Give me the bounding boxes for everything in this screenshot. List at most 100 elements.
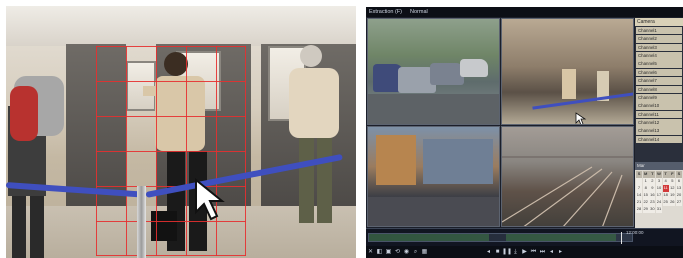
pause-icon[interactable]: ❚❚ <box>502 246 512 258</box>
calendar-day[interactable]: 26 <box>669 199 676 206</box>
channel-list-header: Camera <box>635 18 683 26</box>
prev-icon[interactable]: ⏮ <box>529 246 538 258</box>
step-forward-icon[interactable]: ▸ <box>556 246 565 258</box>
calendar-day[interactable]: 15 <box>642 192 649 199</box>
calendar-day[interactable]: 29 <box>642 206 649 213</box>
channel-item[interactable]: Channel3 <box>636 43 682 52</box>
calendar-day[interactable]: 19 <box>669 192 676 199</box>
play-icon[interactable]: ▶ <box>520 246 529 258</box>
camera-view-parking[interactable] <box>367 18 500 125</box>
timeline-time-label: 12:00:00 <box>626 230 644 235</box>
calendar-day[interactable]: 30 <box>649 206 656 213</box>
mode-dropdown[interactable]: Normal <box>410 7 428 17</box>
title-bar: Extraction (F) Normal <box>366 7 683 17</box>
queue-post <box>137 186 146 258</box>
channel-list: Channel1 Channel2 Channel3 Channel4 Chan… <box>635 26 683 144</box>
camera-still-photo <box>6 6 356 258</box>
channel-item[interactable]: Channel9 <box>636 93 682 102</box>
recording-segment <box>506 234 616 241</box>
channel-item[interactable]: Channel4 <box>636 51 682 60</box>
channel-item[interactable]: Channel10 <box>636 102 682 110</box>
older-man <box>289 45 339 223</box>
calendar-month-header: Mar <box>635 162 683 170</box>
camera-view-ticket-hall[interactable] <box>501 18 634 125</box>
channel-item[interactable]: Channel1 <box>636 26 682 35</box>
stop-icon[interactable]: ■ <box>493 246 502 258</box>
nvr-playback-screen: Extraction (F) Normal Camera Channel1 Ch… <box>366 7 683 258</box>
calendar-day[interactable]: 18 <box>662 192 669 199</box>
calendar-day[interactable]: 12 <box>669 185 676 192</box>
calendar-weekday: T <box>649 171 656 178</box>
calendar-day[interactable]: 16 <box>649 192 656 199</box>
car <box>460 59 488 77</box>
calendar-day[interactable]: 31 <box>655 206 663 213</box>
close-icon[interactable]: ✕ <box>366 246 375 258</box>
calendar-day[interactable]: 22 <box>642 199 649 206</box>
rewind-icon[interactable]: ◂ <box>484 246 493 258</box>
calendar-day[interactable]: 14 <box>636 192 643 199</box>
camera-view-station-plaza[interactable] <box>367 126 500 227</box>
camera-view-railway[interactable] <box>501 126 634 227</box>
building <box>376 135 416 185</box>
person <box>562 69 576 99</box>
channel-item[interactable]: Channel13 <box>636 127 682 136</box>
timeline-cursor[interactable] <box>621 232 622 244</box>
calendar-day[interactable]: 10 <box>655 185 663 192</box>
calendar-weekday: W <box>655 171 663 178</box>
step-back-icon[interactable]: ◂ <box>547 246 556 258</box>
grid-icon[interactable]: ▦ <box>420 246 429 258</box>
channel-item[interactable]: Channel5 <box>636 60 682 68</box>
calendar-day <box>636 178 643 185</box>
calendar-weekday: S <box>636 171 643 178</box>
loop-icon[interactable]: ⟲ <box>393 246 402 258</box>
calendar-day[interactable]: 27 <box>675 199 682 206</box>
channel-item[interactable]: Channel2 <box>636 35 682 43</box>
calendar-day[interactable]: 6 <box>675 178 682 185</box>
calendar-day[interactable]: 4 <box>662 178 669 185</box>
mouse-cursor-icon <box>195 178 225 221</box>
calendar-day[interactable]: 21 <box>636 199 643 206</box>
date-calendar: Mar S M T W T F S 1 2 3 4 5 6 7 8 9 10 11 12 13 14 15 16 17 18 19… <box>635 162 683 228</box>
calendar-day[interactable]: 3 <box>655 178 663 185</box>
calendar-day[interactable]: 24 <box>655 199 663 206</box>
calendar-weekday: S <box>675 171 682 178</box>
calendar-day[interactable]: 8 <box>642 185 649 192</box>
channel-item[interactable]: Channel11 <box>636 110 682 119</box>
playback-timeline: 12:00:00 <box>366 228 683 246</box>
layout-icon[interactable]: ◧ <box>375 246 384 258</box>
calendar-day[interactable]: 9 <box>649 185 656 192</box>
playback-controls: ✕ ◧ ▣ ⟲ ◉ ⌕ ▦ ◂ ■ ❚❚ ⤓ ▶ ⏮ ⏭ ◂ ▸ <box>366 246 683 258</box>
car <box>430 63 464 85</box>
calendar-day[interactable]: 2 <box>649 178 656 185</box>
calendar-day[interactable]: 28 <box>636 206 643 213</box>
channel-item[interactable]: Channel7 <box>636 77 682 85</box>
next-icon[interactable]: ⏭ <box>538 246 547 258</box>
download-icon[interactable]: ⤓ <box>511 246 520 258</box>
calendar-day[interactable]: 20 <box>675 192 682 199</box>
plaza-ground <box>368 197 499 226</box>
calendar-day-selected[interactable]: 11 <box>662 185 669 192</box>
calendar-day[interactable]: 5 <box>669 178 676 185</box>
recording-segment <box>369 234 489 241</box>
building <box>423 139 493 184</box>
calendar-day[interactable]: 25 <box>662 199 669 206</box>
queue-rope <box>532 91 633 110</box>
channel-item[interactable]: Channel14 <box>636 135 682 144</box>
record-icon[interactable]: ◉ <box>402 246 411 258</box>
railway-tracks <box>502 156 633 226</box>
mouse-cursor-icon <box>575 112 587 124</box>
snapshot-icon[interactable]: ▣ <box>384 246 393 258</box>
calendar-day[interactable]: 7 <box>636 185 643 192</box>
calendar-day[interactable]: 13 <box>675 185 682 192</box>
channel-item[interactable]: Channel12 <box>636 119 682 127</box>
calendar-day[interactable]: 23 <box>649 199 656 206</box>
title-label: Extraction (F) <box>369 9 403 15</box>
ceiling-wall <box>6 6 356 46</box>
channel-item[interactable]: Channel6 <box>636 68 682 77</box>
calendar-day[interactable]: 1 <box>642 178 649 185</box>
calendar-grid: S M T W T F S 1 2 3 4 5 6 7 8 9 10 11 12 13 14 15 16 17 18 19 20 21… <box>635 170 683 214</box>
calendar-day[interactable]: 17 <box>655 192 663 199</box>
channel-item[interactable]: Channel8 <box>636 85 682 94</box>
zoom-icon[interactable]: ⌕ <box>411 246 420 258</box>
parking-lot-road <box>368 94 499 124</box>
